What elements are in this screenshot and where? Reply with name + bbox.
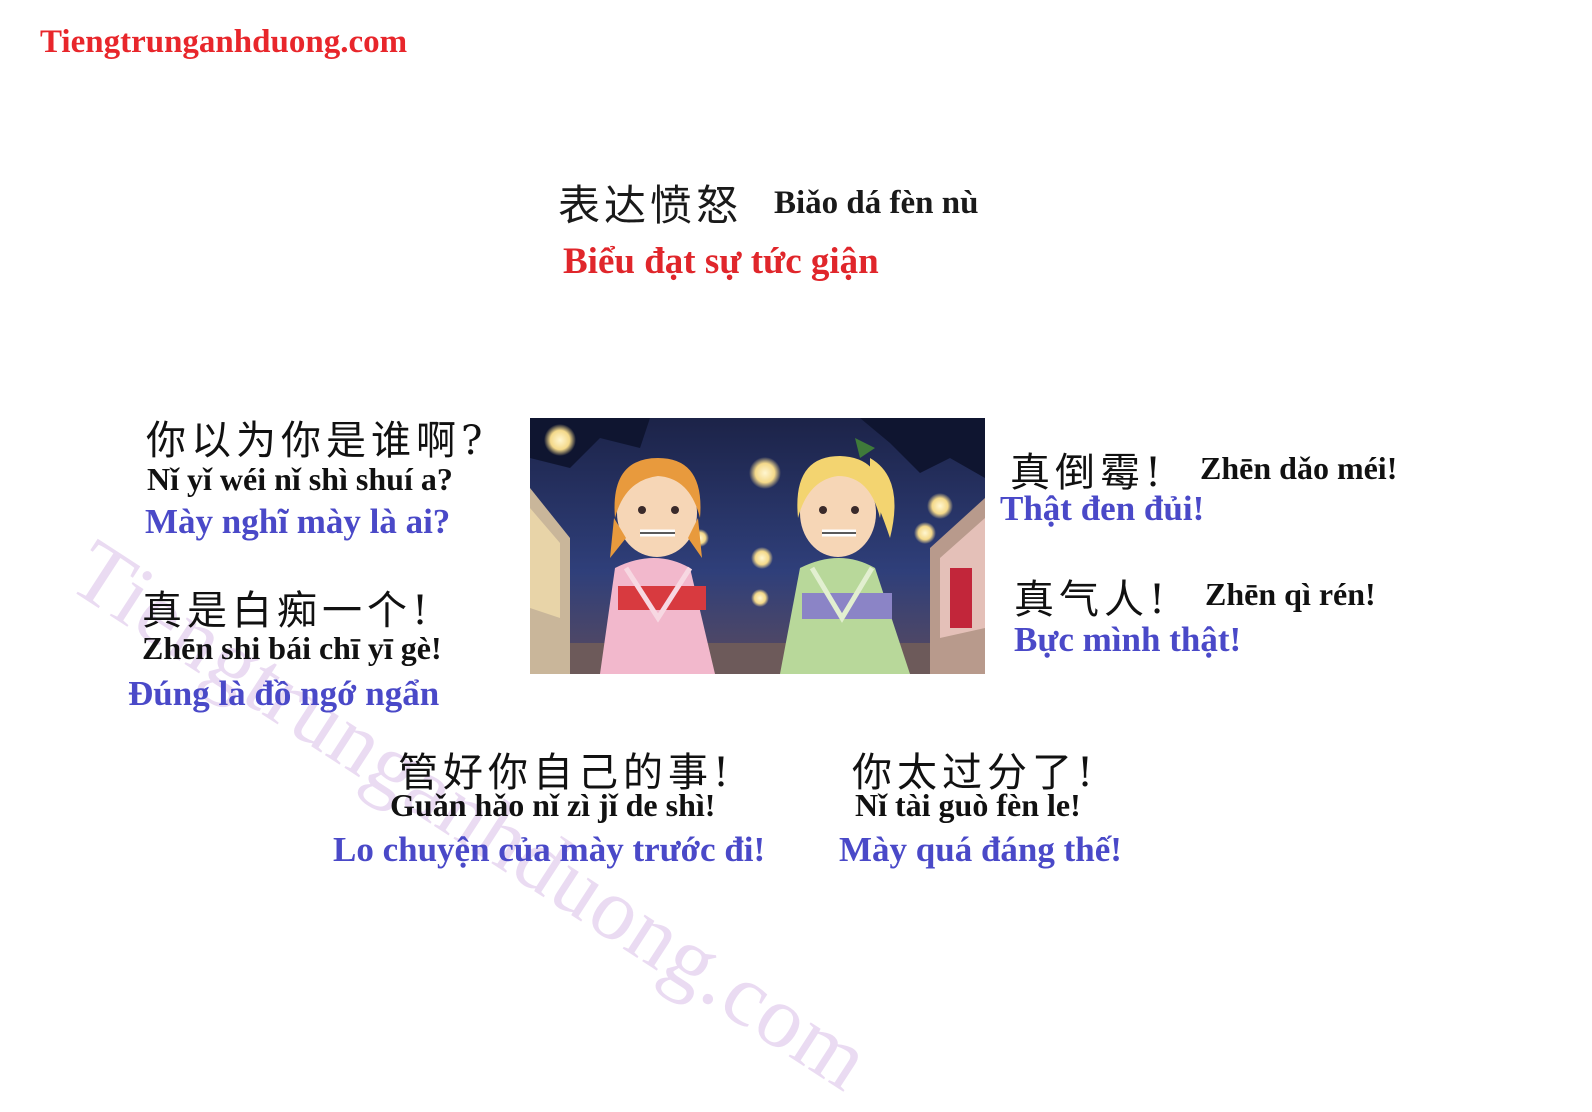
phrase-2-chinese: 真是白痴一个! xyxy=(142,588,434,634)
phrase-3-vietnamese: Thật đen đủi! xyxy=(1000,489,1205,528)
header-pinyin: Biǎo dá fèn nù xyxy=(774,185,979,221)
phrase-1-pinyin: Nǐ yǐ wéi nǐ shì shuí a? xyxy=(147,461,453,497)
phrase-4-vietnamese: Bực mình thật! xyxy=(1014,620,1242,659)
phrase-2-pinyin: Zhēn shi bái chī yī gè! xyxy=(142,630,442,666)
phrase-2-vietnamese: Đúng là đồ ngớ ngẩn xyxy=(128,674,440,713)
phrase-4-pinyin: Zhēn qì rén! xyxy=(1205,576,1376,612)
phrase-1-vietnamese: Mày nghĩ mày là ai? xyxy=(145,502,451,541)
phrase-5-pinyin: Guǎn hǎo nǐ zì jǐ de shì! xyxy=(390,787,716,823)
phrase-6-pinyin: Nǐ tài guò fèn le! xyxy=(855,787,1081,823)
site-name: Tiengtrunganhduong.com xyxy=(40,24,408,60)
phrase-5-vietnamese: Lo chuyện của mày trước đi! xyxy=(333,830,766,869)
header-chinese: 表达愤怒 xyxy=(558,181,743,230)
header-vietnamese: Biểu đạt sự tức giận xyxy=(563,241,879,282)
phrase-6-vietnamese: Mày quá đáng thế! xyxy=(839,830,1122,869)
phrase-4-chinese: 真气人! xyxy=(1014,577,1171,623)
phrase-1-chinese: 你以为你是谁啊? xyxy=(146,418,488,464)
anime-girls-festival-illustration xyxy=(530,418,985,674)
phrase-3-pinyin: Zhēn dǎo méi! xyxy=(1200,450,1398,486)
